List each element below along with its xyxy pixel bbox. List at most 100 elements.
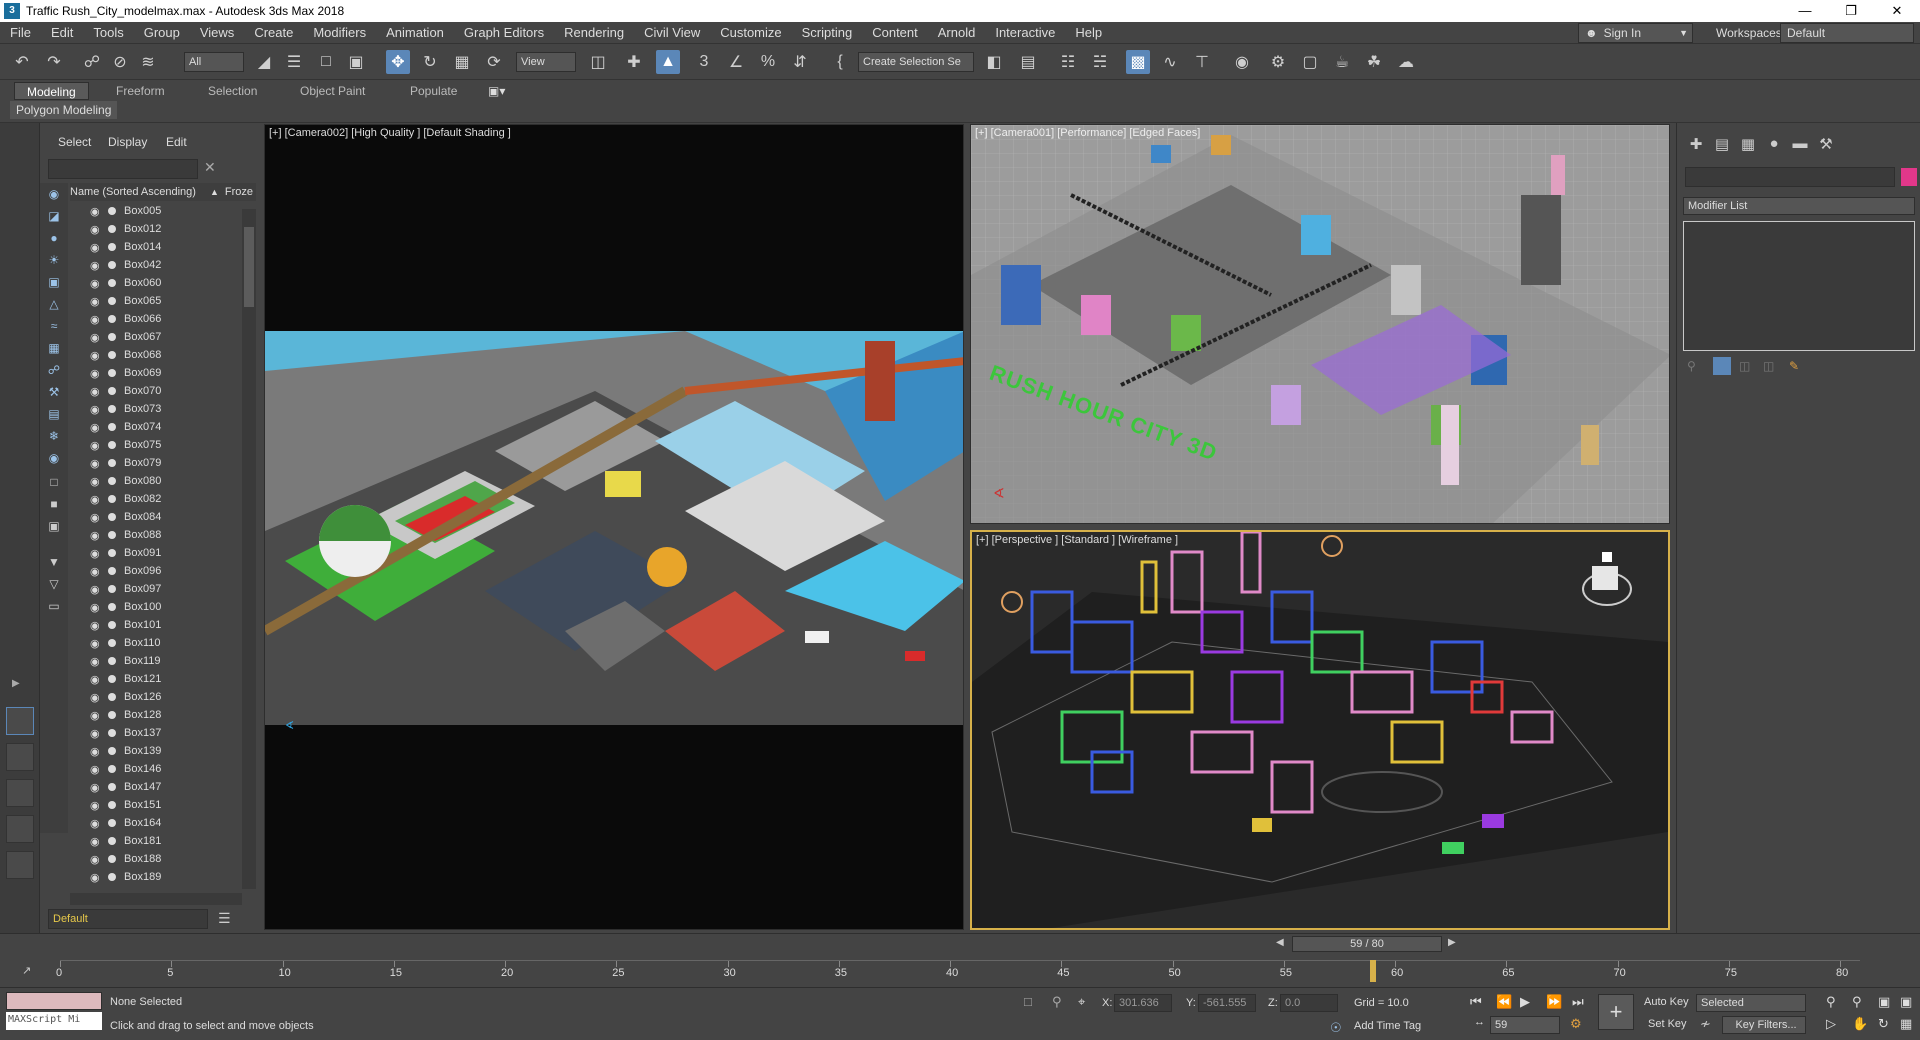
- list-item[interactable]: ◉ Box189: [70, 868, 242, 886]
- name-column-header[interactable]: Name (Sorted Ascending): [70, 183, 210, 201]
- undo-icon[interactable]: ↶: [10, 50, 34, 74]
- menu-graph-editors[interactable]: Graph Editors: [454, 25, 554, 40]
- expand-arrow-icon[interactable]: ▶: [12, 678, 20, 689]
- list-item[interactable]: ◉ Box014: [70, 238, 242, 256]
- layout-1-icon[interactable]: [6, 815, 34, 843]
- invert-display-icon[interactable]: ▣: [44, 517, 64, 535]
- list-item[interactable]: ◉ Box096: [70, 562, 242, 580]
- display-shapes-icon[interactable]: ●: [44, 229, 64, 247]
- curve-editor-icon[interactable]: ∿: [1158, 50, 1182, 74]
- material-editor-icon[interactable]: ◉: [1230, 50, 1254, 74]
- visibility-eye-icon[interactable]: ◉: [90, 781, 104, 794]
- list-item[interactable]: ◉ Box164: [70, 814, 242, 832]
- ribbon-options-icon[interactable]: ▣▾: [488, 82, 505, 100]
- go-to-end-icon[interactable]: ⏭: [1572, 994, 1584, 1010]
- menu-interactive[interactable]: Interactive: [985, 25, 1065, 40]
- list-item[interactable]: ◉ Box091: [70, 544, 242, 562]
- visibility-eye-icon[interactable]: ◉: [90, 799, 104, 812]
- list-item[interactable]: ◉ Box121: [70, 670, 242, 688]
- auto-key-button[interactable]: Auto Key: [1644, 996, 1689, 1008]
- visibility-eye-icon[interactable]: ◉: [90, 673, 104, 686]
- visibility-eye-icon[interactable]: ◉: [90, 493, 104, 506]
- menu-rendering[interactable]: Rendering: [554, 25, 634, 40]
- spinner-snap-icon[interactable]: ⇵: [788, 50, 812, 74]
- layer-explorer-icon[interactable]: ☵: [1088, 50, 1112, 74]
- list-item[interactable]: ◉ Box066: [70, 310, 242, 328]
- visibility-eye-icon[interactable]: ◉: [90, 547, 104, 560]
- play-icon[interactable]: ▶: [1520, 994, 1530, 1010]
- render-in-cloud-icon[interactable]: ☁: [1394, 50, 1418, 74]
- pin-stack-icon[interactable]: ⚲: [1687, 359, 1696, 373]
- list-item[interactable]: ◉ Box068: [70, 346, 242, 364]
- visibility-eye-icon[interactable]: ◉: [90, 331, 104, 344]
- selected-set-dropdown[interactable]: Selected: [1696, 994, 1806, 1012]
- visibility-eye-icon[interactable]: ◉: [90, 853, 104, 866]
- list-item[interactable]: ◉ Box069: [70, 364, 242, 382]
- viewcube-face[interactable]: [1592, 566, 1618, 590]
- list-item[interactable]: ◉ Box137: [70, 724, 242, 742]
- pivot-center-icon[interactable]: ◫: [586, 50, 610, 74]
- z-coordinate-field[interactable]: 0.0: [1280, 994, 1338, 1012]
- list-item[interactable]: ◉ Box151: [70, 796, 242, 814]
- menu-views[interactable]: Views: [190, 25, 244, 40]
- edit-named-selection-icon[interactable]: {: [828, 50, 852, 74]
- visibility-eye-icon[interactable]: ◉: [90, 727, 104, 740]
- explorer-tab-edit[interactable]: Edit: [166, 135, 187, 149]
- list-item[interactable]: ◉ Box012: [70, 220, 242, 238]
- filter-icon[interactable]: ▼: [44, 553, 64, 571]
- visibility-eye-icon[interactable]: ◉: [90, 367, 104, 380]
- list-item[interactable]: ◉ Box181: [70, 832, 242, 850]
- list-item[interactable]: ◉ Box079: [70, 454, 242, 472]
- go-to-start-icon[interactable]: ⏮: [1470, 994, 1482, 1010]
- time-slider[interactable]: 59 / 80: [1292, 936, 1442, 952]
- layer-stack-icon[interactable]: ☰: [218, 910, 231, 927]
- ribbon-subtab-polygon-modeling[interactable]: Polygon Modeling: [10, 101, 118, 119]
- visibility-eye-icon[interactable]: ◉: [90, 871, 104, 884]
- list-item[interactable]: ◉ Box146: [70, 760, 242, 778]
- visibility-eye-icon[interactable]: ◉: [90, 619, 104, 632]
- restore-icon[interactable]: ❐: [1828, 0, 1874, 22]
- explorer-vertical-scrollbar[interactable]: [242, 209, 256, 889]
- rotate-icon[interactable]: ↻: [418, 50, 442, 74]
- menu-file[interactable]: File: [0, 25, 41, 40]
- viewport-label[interactable]: [+] [Camera002] [High Quality ] [Default…: [269, 127, 511, 139]
- create-tab-icon[interactable]: ✚: [1685, 135, 1707, 155]
- modify-tab-icon[interactable]: ▤: [1711, 135, 1733, 155]
- next-frame-icon[interactable]: ⏩: [1546, 994, 1562, 1010]
- workspace-dropdown[interactable]: Default: [1780, 23, 1914, 43]
- visibility-eye-icon[interactable]: ◉: [90, 313, 104, 326]
- zoom-all-icon[interactable]: ⚲: [1852, 994, 1862, 1010]
- container-icon[interactable]: ▭: [44, 597, 64, 615]
- display-spacewarps-icon[interactable]: ≈: [44, 317, 64, 335]
- maximize-viewport-icon[interactable]: ▦: [1900, 1016, 1912, 1032]
- move-icon[interactable]: ✥: [386, 50, 410, 74]
- layer-dropdown[interactable]: Default: [48, 909, 208, 929]
- schematic-view-icon[interactable]: ⊤: [1190, 50, 1214, 74]
- snaps-toggle-icon[interactable]: 3: [692, 50, 716, 74]
- maxscript-mini-listener[interactable]: MAXScript Mi: [6, 1012, 102, 1030]
- utilities-tab-icon[interactable]: ⚒: [1815, 135, 1837, 155]
- current-frame-spinner[interactable]: 59: [1490, 1016, 1560, 1034]
- visibility-eye-icon[interactable]: ◉: [90, 709, 104, 722]
- tab-freeform[interactable]: Freeform: [116, 82, 165, 100]
- menu-scripting[interactable]: Scripting: [792, 25, 863, 40]
- next-frame-arrow-icon[interactable]: ▶: [1448, 937, 1456, 948]
- visibility-eye-icon[interactable]: ◉: [90, 817, 104, 830]
- list-item[interactable]: ◉ Box070: [70, 382, 242, 400]
- list-item[interactable]: ◉ Box128: [70, 706, 242, 724]
- visibility-eye-icon[interactable]: ◉: [90, 637, 104, 650]
- visibility-eye-icon[interactable]: ◉: [90, 457, 104, 470]
- display-lights-icon[interactable]: ☀: [44, 251, 64, 269]
- pan-view-icon[interactable]: ✋: [1852, 1016, 1868, 1032]
- visibility-eye-icon[interactable]: ◉: [90, 259, 104, 272]
- list-item[interactable]: ◉ Box082: [70, 490, 242, 508]
- viewport-label[interactable]: [+] [Perspective ] [Standard ] [Wirefram…: [976, 534, 1178, 546]
- menu-animation[interactable]: Animation: [376, 25, 454, 40]
- tab-selection[interactable]: Selection: [208, 82, 257, 100]
- key-filters-button[interactable]: Key Filters...: [1722, 1016, 1806, 1034]
- visibility-eye-icon[interactable]: ◉: [90, 385, 104, 398]
- link-icon[interactable]: ☍: [80, 50, 104, 74]
- viewport-camera001[interactable]: RUSH HOUR CITY 3D [+] [Camera001] [Perfo…: [970, 124, 1670, 524]
- display-cameras-icon[interactable]: ▣: [44, 273, 64, 291]
- list-item[interactable]: ◉ Box067: [70, 328, 242, 346]
